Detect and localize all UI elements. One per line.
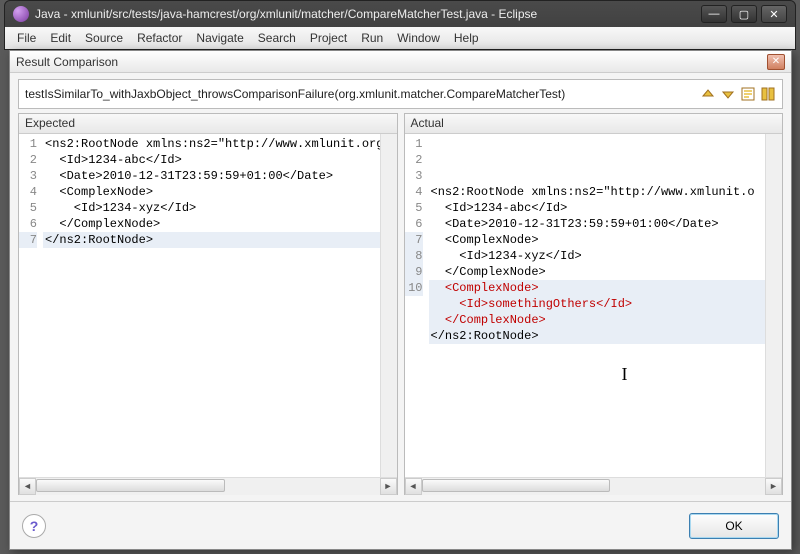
code-line: </ComplexNode> xyxy=(429,312,766,328)
actual-header: Actual xyxy=(405,114,783,134)
menu-item-edit[interactable]: Edit xyxy=(44,29,77,47)
scroll-left-icon[interactable]: ◄ xyxy=(405,478,422,495)
code-line: <ns2:RootNode xmlns:ns2="http://www.xmlu… xyxy=(43,136,380,152)
text-cursor-icon: I xyxy=(622,366,628,382)
code-line: <Id>1234-abc</Id> xyxy=(43,152,380,168)
code-line: <ComplexNode> xyxy=(43,184,380,200)
menu-item-project[interactable]: Project xyxy=(304,29,353,47)
scroll-left-icon[interactable]: ◄ xyxy=(19,478,36,495)
actual-code-area[interactable]: 12345678910 I <ns2:RootNode xmlns:ns2="h… xyxy=(405,134,783,477)
window-title: Java - xmlunit/src/tests/java-hamcrest/o… xyxy=(35,7,701,21)
dialog-bottom-bar: ? OK xyxy=(10,501,791,549)
compare-filter-icon[interactable] xyxy=(740,86,756,102)
menu-item-refactor[interactable]: Refactor xyxy=(131,29,188,47)
expected-lines: <ns2:RootNode xmlns:ns2="http://www.xmlu… xyxy=(41,134,380,477)
actual-lines: I <ns2:RootNode xmlns:ns2="http://www.xm… xyxy=(427,134,766,477)
help-button[interactable]: ? xyxy=(22,514,46,538)
maximize-button[interactable]: ▢ xyxy=(731,5,757,23)
expected-header: Expected xyxy=(19,114,397,134)
code-line: </ComplexNode> xyxy=(429,264,766,280)
code-line: <ns2:RootNode xmlns:ns2="http://www.xmlu… xyxy=(429,184,766,200)
expected-vscrollbar[interactable] xyxy=(380,134,397,477)
ok-button[interactable]: OK xyxy=(689,513,779,539)
test-name: testIsSimilarTo_withJaxbObject_throwsCom… xyxy=(25,87,700,101)
close-button[interactable]: ✕ xyxy=(761,5,787,23)
eclipse-window: Java - xmlunit/src/tests/java-hamcrest/o… xyxy=(4,0,796,50)
dialog-title: Result Comparison xyxy=(16,55,767,69)
code-line: <Id>1234-abc</Id> xyxy=(429,200,766,216)
dialog-title-bar: Result Comparison ✕ xyxy=(10,51,791,73)
expected-gutter: 1234567 xyxy=(19,134,41,477)
test-name-row: testIsSimilarTo_withJaxbObject_throwsCom… xyxy=(18,79,783,109)
scroll-right-icon[interactable]: ► xyxy=(765,478,782,495)
actual-vscrollbar[interactable] xyxy=(765,134,782,477)
code-line: <Date>2010-12-31T23:59:59+01:00</Date> xyxy=(43,168,380,184)
expected-code-area[interactable]: 1234567 <ns2:RootNode xmlns:ns2="http://… xyxy=(19,134,397,477)
minimize-button[interactable]: — xyxy=(701,5,727,23)
code-line: <Id>1234-xyz</Id> xyxy=(429,248,766,264)
menu-item-help[interactable]: Help xyxy=(448,29,485,47)
expected-pane: Expected 1234567 <ns2:RootNode xmlns:ns2… xyxy=(18,113,398,495)
menu-item-file[interactable]: File xyxy=(11,29,42,47)
menu-item-run[interactable]: Run xyxy=(355,29,389,47)
dialog-close-button[interactable]: ✕ xyxy=(767,54,785,70)
code-line: <ComplexNode> xyxy=(429,232,766,248)
expected-hthumb[interactable] xyxy=(36,479,225,492)
actual-hthumb[interactable] xyxy=(422,479,611,492)
code-line: </ComplexNode> xyxy=(43,216,380,232)
code-line: <ComplexNode> xyxy=(429,280,766,296)
code-line: <Date>2010-12-31T23:59:59+01:00</Date> xyxy=(429,216,766,232)
actual-pane: Actual 12345678910 I <ns2:RootNode xmlns… xyxy=(404,113,784,495)
expected-hscrollbar[interactable]: ◄ ► xyxy=(19,477,397,494)
code-line: </ns2:RootNode> xyxy=(429,328,766,344)
compare-settings-icon[interactable] xyxy=(760,86,776,102)
menu-item-search[interactable]: Search xyxy=(252,29,302,47)
result-comparison-dialog: Result Comparison ✕ testIsSimilarTo_with… xyxy=(9,50,792,550)
eclipse-icon xyxy=(13,6,29,22)
code-line: <Id>1234-xyz</Id> xyxy=(43,200,380,216)
menu-item-source[interactable]: Source xyxy=(79,29,129,47)
nav-next-diff-icon[interactable] xyxy=(720,86,736,102)
menu-item-navigate[interactable]: Navigate xyxy=(190,29,249,47)
menu-item-window[interactable]: Window xyxy=(391,29,446,47)
title-bar: Java - xmlunit/src/tests/java-hamcrest/o… xyxy=(5,1,795,27)
scroll-right-icon[interactable]: ► xyxy=(380,478,397,495)
code-line: <Id>somethingOthers</Id> xyxy=(429,296,766,312)
nav-prev-diff-icon[interactable] xyxy=(700,86,716,102)
menu-bar: FileEditSourceRefactorNavigateSearchProj… xyxy=(5,27,795,49)
code-line: </ns2:RootNode> xyxy=(43,232,380,248)
actual-gutter: 12345678910 xyxy=(405,134,427,477)
actual-hscrollbar[interactable]: ◄ ► xyxy=(405,477,783,494)
